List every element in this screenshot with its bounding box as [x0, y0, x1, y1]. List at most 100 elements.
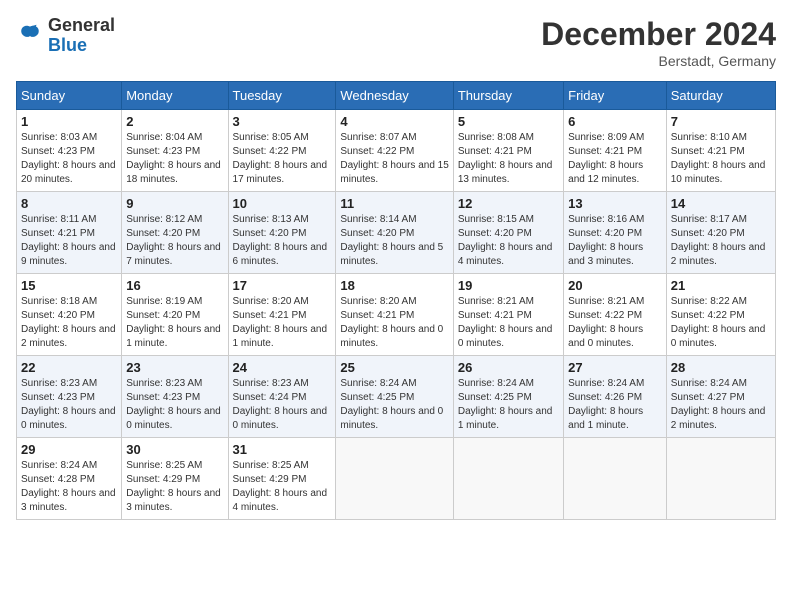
cell-info: Sunrise: 8:19 AMSunset: 4:20 PMDaylight:…	[126, 295, 223, 351]
calendar-cell: 25 Sunrise: 8:24 AMSunset: 4:25 PMDayligh…	[336, 356, 453, 438]
cell-info: Sunrise: 8:07 AMSunset: 4:22 PMDaylight:…	[340, 131, 448, 187]
cell-info: Sunrise: 8:12 AMSunset: 4:20 PMDaylight:…	[126, 213, 223, 269]
day-number: 17	[233, 278, 332, 293]
calendar-cell: 2Sunrise: 8:04 AMSunset: 4:23 PMDaylight…	[122, 110, 228, 192]
month-year-title: December 2024	[541, 16, 776, 53]
day-number: 10	[233, 196, 332, 211]
day-number: 14	[671, 196, 771, 211]
day-number: 25	[340, 360, 448, 375]
calendar-cell: 19 Sunrise: 8:21 AMSunset: 4:21 PMDayligh…	[453, 274, 563, 356]
day-number: 19	[458, 278, 559, 293]
calendar-cell: 17 Sunrise: 8:20 AMSunset: 4:21 PMDayligh…	[228, 274, 336, 356]
calendar-week-5: 29 Sunrise: 8:24 AMSunset: 4:28 PMDayligh…	[17, 438, 776, 520]
day-number: 13	[568, 196, 662, 211]
calendar-cell: 3Sunrise: 8:05 AMSunset: 4:22 PMDaylight…	[228, 110, 336, 192]
cell-info: Sunrise: 8:20 AMSunset: 4:21 PMDaylight:…	[233, 295, 332, 351]
cell-info: Sunrise: 8:21 AMSunset: 4:22 PMDaylight:…	[568, 295, 662, 351]
calendar-cell: 7 Sunrise: 8:10 AMSunset: 4:21 PMDaylight…	[666, 110, 775, 192]
header-friday: Friday	[564, 82, 667, 110]
calendar-cell: 22 Sunrise: 8:23 AMSunset: 4:23 PMDayligh…	[17, 356, 122, 438]
cell-info: Sunrise: 8:23 AMSunset: 4:23 PMDaylight:…	[126, 377, 223, 433]
day-number: 12	[458, 196, 559, 211]
calendar-cell: 9 Sunrise: 8:12 AMSunset: 4:20 PMDaylight…	[122, 192, 228, 274]
calendar-cell: 6Sunrise: 8:09 AMSunset: 4:21 PMDaylight…	[564, 110, 667, 192]
logo: General Blue	[16, 16, 115, 56]
cell-info: Sunrise: 8:16 AMSunset: 4:20 PMDaylight:…	[568, 213, 662, 269]
day-number: 5	[458, 114, 559, 129]
calendar-cell: 26 Sunrise: 8:24 AMSunset: 4:25 PMDayligh…	[453, 356, 563, 438]
cell-info: Sunrise: 8:24 AMSunset: 4:25 PMDaylight:…	[458, 377, 559, 433]
logo-general-text: General	[48, 15, 115, 35]
day-number: 28	[671, 360, 771, 375]
calendar-cell	[336, 438, 453, 520]
calendar-week-1: 1 Sunrise: 8:03 AMSunset: 4:23 PMDaylight…	[17, 110, 776, 192]
calendar-cell	[453, 438, 563, 520]
day-number: 4	[340, 114, 448, 129]
day-number: 29	[21, 442, 117, 457]
calendar-cell: 18Sunrise: 8:20 AMSunset: 4:21 PMDayligh…	[336, 274, 453, 356]
calendar-cell: 31 Sunrise: 8:25 AMSunset: 4:29 PMDayligh…	[228, 438, 336, 520]
cell-info: Sunrise: 8:17 AMSunset: 4:20 PMDaylight:…	[671, 213, 771, 269]
cell-info: Sunrise: 8:24 AMSunset: 4:28 PMDaylight:…	[21, 459, 117, 515]
calendar-cell: 15 Sunrise: 8:18 AMSunset: 4:20 PMDayligh…	[17, 274, 122, 356]
header-thursday: Thursday	[453, 82, 563, 110]
day-number: 20	[568, 278, 662, 293]
cell-info: Sunrise: 8:10 AMSunset: 4:21 PMDaylight:…	[671, 131, 771, 187]
calendar-header-row: SundayMondayTuesdayWednesdayThursdayFrid…	[17, 82, 776, 110]
cell-info: Sunrise: 8:11 AMSunset: 4:21 PMDaylight:…	[21, 213, 117, 269]
day-number: 21	[671, 278, 771, 293]
cell-info: Sunrise: 8:22 AMSunset: 4:22 PMDaylight:…	[671, 295, 771, 351]
calendar-cell: 13 Sunrise: 8:16 AMSunset: 4:20 PMDayligh…	[564, 192, 667, 274]
day-number: 11	[340, 196, 448, 211]
cell-info: Sunrise: 8:23 AMSunset: 4:23 PMDaylight:…	[21, 377, 117, 433]
day-number: 8	[21, 196, 117, 211]
calendar-cell: 23Sunrise: 8:23 AMSunset: 4:23 PMDayligh…	[122, 356, 228, 438]
day-number: 22	[21, 360, 117, 375]
cell-info: Sunrise: 8:03 AMSunset: 4:23 PMDaylight:…	[21, 131, 117, 187]
calendar-cell: 20 Sunrise: 8:21 AMSunset: 4:22 PMDayligh…	[564, 274, 667, 356]
cell-info: Sunrise: 8:24 AMSunset: 4:27 PMDaylight:…	[671, 377, 771, 433]
day-number: 24	[233, 360, 332, 375]
calendar-cell: 4 Sunrise: 8:07 AMSunset: 4:22 PMDaylight…	[336, 110, 453, 192]
cell-info: Sunrise: 8:25 AMSunset: 4:29 PMDaylight:…	[126, 459, 223, 515]
calendar-week-3: 15 Sunrise: 8:18 AMSunset: 4:20 PMDayligh…	[17, 274, 776, 356]
cell-info: Sunrise: 8:09 AMSunset: 4:21 PMDaylight:…	[568, 131, 662, 187]
header-monday: Monday	[122, 82, 228, 110]
calendar-week-2: 8 Sunrise: 8:11 AMSunset: 4:21 PMDaylight…	[17, 192, 776, 274]
cell-info: Sunrise: 8:24 AMSunset: 4:25 PMDaylight:…	[340, 377, 448, 433]
day-number: 9	[126, 196, 223, 211]
day-number: 26	[458, 360, 559, 375]
calendar-cell: 21 Sunrise: 8:22 AMSunset: 4:22 PMDayligh…	[666, 274, 775, 356]
calendar-cell	[564, 438, 667, 520]
header-tuesday: Tuesday	[228, 82, 336, 110]
cell-info: Sunrise: 8:08 AMSunset: 4:21 PMDaylight:…	[458, 131, 559, 187]
day-number: 15	[21, 278, 117, 293]
day-number: 16	[126, 278, 223, 293]
calendar-cell: 1 Sunrise: 8:03 AMSunset: 4:23 PMDaylight…	[17, 110, 122, 192]
calendar-cell: 30Sunrise: 8:25 AMSunset: 4:29 PMDayligh…	[122, 438, 228, 520]
day-number: 31	[233, 442, 332, 457]
day-number: 7	[671, 114, 771, 129]
cell-info: Sunrise: 8:13 AMSunset: 4:20 PMDaylight:…	[233, 213, 332, 269]
cell-info: Sunrise: 8:21 AMSunset: 4:21 PMDaylight:…	[458, 295, 559, 351]
cell-info: Sunrise: 8:18 AMSunset: 4:20 PMDaylight:…	[21, 295, 117, 351]
calendar-cell: 5 Sunrise: 8:08 AMSunset: 4:21 PMDaylight…	[453, 110, 563, 192]
logo-bird-icon	[16, 22, 44, 50]
cell-info: Sunrise: 8:25 AMSunset: 4:29 PMDaylight:…	[233, 459, 332, 515]
day-number: 1	[21, 114, 117, 129]
calendar-cell: 28 Sunrise: 8:24 AMSunset: 4:27 PMDayligh…	[666, 356, 775, 438]
cell-info: Sunrise: 8:04 AMSunset: 4:23 PMDaylight:…	[126, 131, 223, 187]
cell-info: Sunrise: 8:24 AMSunset: 4:26 PMDaylight:…	[568, 377, 662, 433]
cell-info: Sunrise: 8:20 AMSunset: 4:21 PMDaylight:…	[340, 295, 448, 351]
calendar-cell: 11 Sunrise: 8:14 AMSunset: 4:20 PMDayligh…	[336, 192, 453, 274]
day-number: 3	[233, 114, 332, 129]
header-saturday: Saturday	[666, 82, 775, 110]
page-header: General Blue December 2024 Berstadt, Ger…	[16, 16, 776, 69]
cell-info: Sunrise: 8:14 AMSunset: 4:20 PMDaylight:…	[340, 213, 448, 269]
calendar-cell: 8 Sunrise: 8:11 AMSunset: 4:21 PMDaylight…	[17, 192, 122, 274]
calendar-table: SundayMondayTuesdayWednesdayThursdayFrid…	[16, 81, 776, 520]
calendar-cell: 24Sunrise: 8:23 AMSunset: 4:24 PMDayligh…	[228, 356, 336, 438]
calendar-cell: 16 Sunrise: 8:19 AMSunset: 4:20 PMDayligh…	[122, 274, 228, 356]
calendar-cell: 14 Sunrise: 8:17 AMSunset: 4:20 PMDayligh…	[666, 192, 775, 274]
header-wednesday: Wednesday	[336, 82, 453, 110]
